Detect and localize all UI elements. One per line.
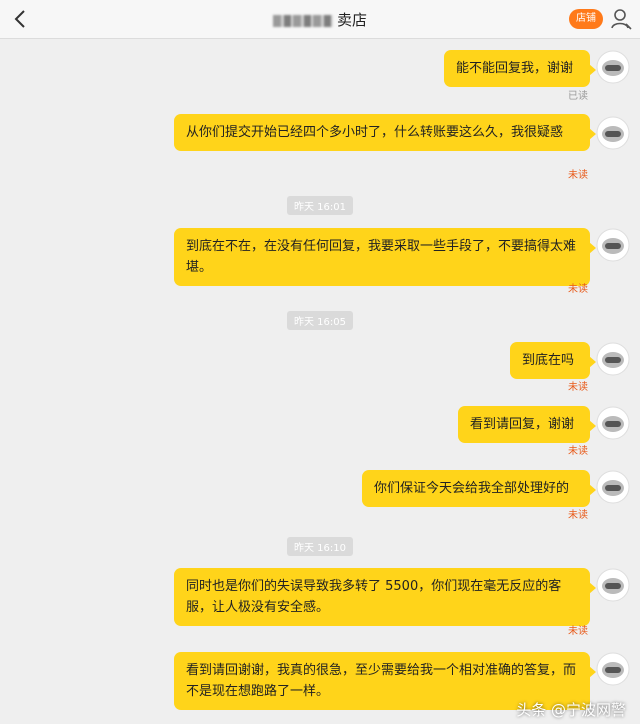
read-status: 未读 [568,510,588,521]
person-icon[interactable] [610,8,632,30]
avatar-icon [596,228,630,262]
read-status: 未读 [568,170,588,181]
chat-bubble[interactable]: 你们保证今天会给我全部处理好的 [362,470,596,507]
timestamp: 昨天 16:01 [0,195,640,215]
chat-bubble[interactable]: 看到请回复，谢谢 [458,406,596,443]
timestamp-label: 昨天 16:05 [287,311,353,330]
title-suffix: 卖店 [336,11,367,29]
timestamp: 昨天 16:05 [0,310,640,330]
read-status: 未读 [568,382,588,393]
chat-bubble[interactable]: 从你们提交开始已经四个多小时了，什么转账要这么久，我很疑惑 [174,114,596,151]
chat-bubble[interactable]: 能不能回复我，谢谢 [444,50,596,87]
chat-bubble[interactable]: 到底在吗 [510,342,596,379]
chat-title: 卖店 [0,9,640,30]
avatar-icon [596,116,630,150]
read-status: 已读 [568,91,588,102]
timestamp-label: 昨天 16:01 [287,196,353,215]
read-status: 未读 [568,626,588,637]
avatar-icon [596,652,630,686]
watermark: 头条 @宁波网警 [516,701,626,719]
timestamp-label: 昨天 16:10 [287,537,353,556]
read-status: 未读 [568,446,588,457]
avatar-icon [596,568,630,602]
timestamp: 昨天 16:10 [0,536,640,556]
avatar-icon [596,470,630,504]
avatar-icon [596,406,630,440]
chat-bubble[interactable]: 到底在不在，在没有任何回复，我要采取一些手段了，不要搞得太难堪。 [174,228,596,286]
blurred-shop-name [272,14,333,27]
chat-header: 卖店 店铺 [0,0,640,39]
chat-bubble[interactable]: 同时也是你们的失误导致我多转了 5500，你们现在毫无反应的客服，让人极没有安全… [174,568,596,626]
avatar-icon [596,50,630,84]
shop-button[interactable]: 店铺 [569,9,603,29]
read-status: 未读 [568,284,588,295]
avatar-icon [596,342,630,376]
